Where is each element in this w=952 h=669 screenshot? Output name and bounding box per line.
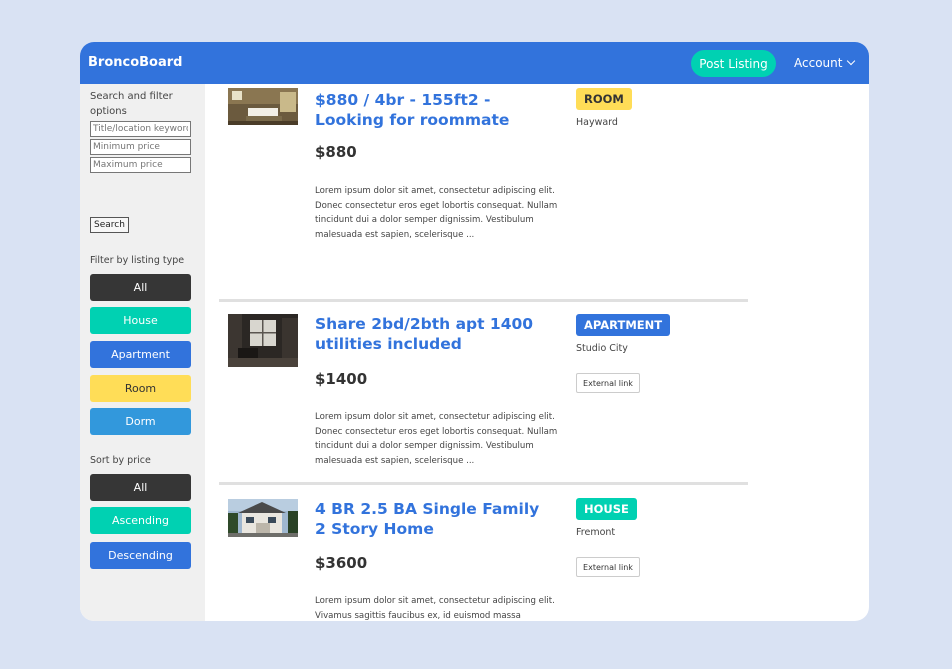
sort-all-button[interactable]: All bbox=[90, 474, 191, 501]
listing-title[interactable]: $880 / 4br - 155ft2 - Looking for roomma… bbox=[315, 90, 550, 130]
search-button[interactable]: Search bbox=[90, 217, 129, 233]
listing-price: $3600 bbox=[315, 554, 368, 572]
living-room-photo bbox=[228, 314, 298, 367]
external-link-button[interactable]: External link bbox=[576, 373, 640, 393]
listing-type-tag: HOUSE bbox=[576, 498, 637, 520]
listing-type-tag: APARTMENT bbox=[576, 314, 671, 336]
listing-divider bbox=[219, 299, 748, 302]
listing-location: Hayward bbox=[576, 117, 618, 128]
max-price-input[interactable] bbox=[90, 157, 191, 173]
title-location-input[interactable] bbox=[90, 121, 191, 137]
chevron-down-icon bbox=[847, 56, 856, 66]
listing-price: $880 bbox=[315, 143, 357, 161]
listing-type-tag: ROOM bbox=[576, 88, 632, 110]
filter-apartment-button[interactable]: Apartment bbox=[90, 341, 191, 368]
listing-title[interactable]: 4 BR 2.5 BA Single Family 2 Story Home bbox=[315, 499, 550, 539]
bedroom-photo bbox=[228, 88, 298, 125]
listing-thumbnail[interactable] bbox=[228, 88, 298, 125]
listing-divider bbox=[219, 482, 748, 485]
filter-type-label: Filter by listing type bbox=[90, 255, 185, 266]
app-window: BroncoBoard Post Listing Account Search … bbox=[80, 42, 869, 621]
listing-description: Lorem ipsum dolor sit amet, consectetur … bbox=[315, 412, 558, 467]
account-menu[interactable]: Account bbox=[794, 56, 856, 70]
external-link-button[interactable]: External link bbox=[576, 557, 640, 577]
listing-thumbnail[interactable] bbox=[228, 314, 298, 367]
sort-ascending-button[interactable]: Ascending bbox=[90, 507, 191, 534]
listing-price: $1400 bbox=[315, 370, 368, 388]
search-filter-title: Search and filter options bbox=[90, 91, 173, 117]
filter-all-button[interactable]: All bbox=[90, 274, 191, 301]
post-listing-button[interactable]: Post Listing bbox=[691, 50, 776, 77]
listing-thumbnail[interactable] bbox=[228, 499, 298, 537]
listing-location: Fremont bbox=[576, 527, 616, 538]
sort-descending-button[interactable]: Descending bbox=[90, 542, 191, 569]
listing-description: Lorem ipsum dolor sit amet, consectetur … bbox=[315, 186, 558, 241]
filter-house-button[interactable]: House bbox=[90, 307, 191, 334]
min-price-input[interactable] bbox=[90, 139, 191, 155]
listing-location: Studio City bbox=[576, 343, 628, 354]
filter-room-button[interactable]: Room bbox=[90, 375, 191, 402]
sidebar: Search and filter options Search Filter … bbox=[80, 84, 205, 621]
listings-panel: $880 / 4br - 155ft2 - Looking for roomma… bbox=[205, 84, 869, 621]
filter-dorm-button[interactable]: Dorm bbox=[90, 408, 191, 435]
sort-price-label: Sort by price bbox=[90, 455, 151, 466]
account-label: Account bbox=[794, 56, 843, 70]
house-exterior-photo bbox=[228, 499, 298, 537]
navbar: BroncoBoard Post Listing Account bbox=[80, 42, 869, 84]
brand-logo[interactable]: BroncoBoard bbox=[88, 55, 182, 70]
listing-description: Lorem ipsum dolor sit amet, consectetur … bbox=[315, 596, 555, 621]
listing-title[interactable]: Share 2bd/2bth apt 1400 utilities includ… bbox=[315, 314, 550, 354]
